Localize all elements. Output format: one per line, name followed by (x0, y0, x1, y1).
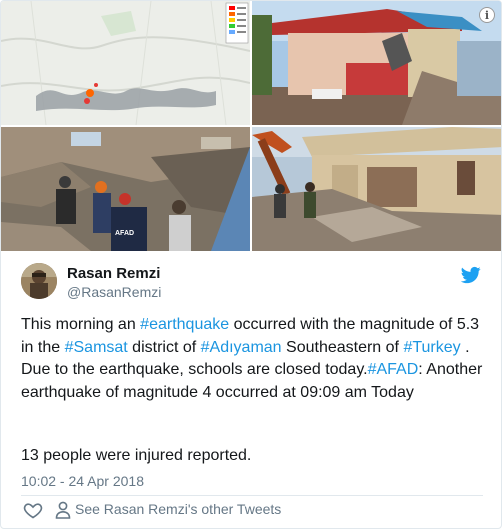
author-name[interactable]: Rasan Remzi (67, 265, 160, 282)
tweet-text-segment: district of (127, 338, 201, 356)
person-icon (55, 501, 71, 519)
tweet-text-segment: This morning an (21, 316, 141, 333)
twitter-bird-icon[interactable] (461, 265, 481, 285)
divider (21, 495, 483, 496)
heart-icon[interactable] (23, 500, 43, 520)
damaged-house-photo[interactable]: i (252, 1, 501, 125)
tweet-actions: See Rasan Remzi's other Tweets (21, 499, 483, 521)
afad-vest-label: AFAD (115, 230, 135, 237)
tweet-text-segment: Southeastern of (281, 338, 404, 356)
collapsed-building-photo[interactable] (252, 127, 501, 251)
rescue-workers-photo[interactable]: AFAD (1, 127, 250, 251)
tweet-header: Rasan Remzi @RasanRemzi (21, 263, 483, 303)
tweet-text-second-paragraph: 13 people were injured reported. (21, 447, 252, 464)
info-icon[interactable]: i (479, 7, 495, 23)
hashtag-link[interactable]: #Samsat (65, 339, 128, 356)
other-tweets-link[interactable]: See Rasan Remzi's other Tweets (75, 501, 281, 517)
author-handle[interactable]: @RasanRemzi (67, 284, 161, 300)
map-photo[interactable] (1, 1, 250, 125)
embedded-tweet[interactable]: i AFAD Rasan Remzi @RasanRemzi This morn… (0, 0, 502, 529)
hashtag-link[interactable]: #AFAD (368, 361, 419, 378)
hashtag-link[interactable]: #earthquake (140, 316, 229, 333)
timestamp-link[interactable]: 10:02 - 24 Apr 2018 (21, 473, 144, 489)
media-grid[interactable]: i AFAD (1, 1, 501, 251)
hashtag-link[interactable]: #Adıyaman (201, 339, 282, 356)
tweet-text: This morning an #earthquake occurred wit… (21, 314, 483, 404)
avatar[interactable] (21, 263, 57, 299)
hashtag-link[interactable]: #Turkey (403, 339, 460, 356)
